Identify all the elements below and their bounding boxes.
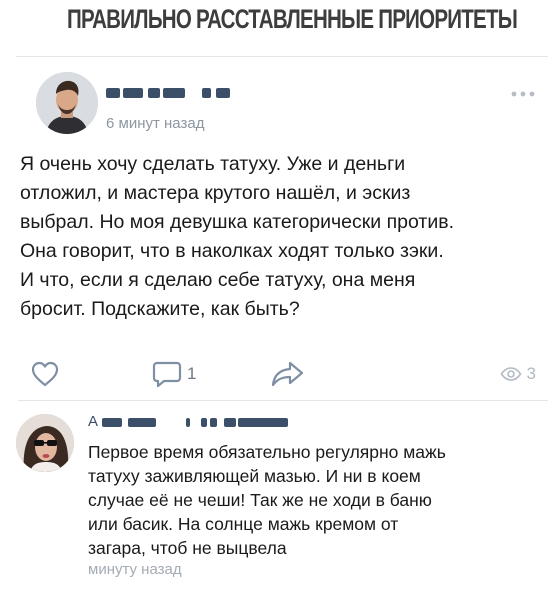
comment-count: 1 bbox=[187, 364, 197, 383]
comment-timestamp: минуту назад bbox=[88, 561, 182, 578]
share-button[interactable] bbox=[270, 360, 304, 388]
post-actions-bar: 1 3 bbox=[0, 356, 558, 390]
redacted-name-block bbox=[128, 418, 156, 427]
more-dots-icon[interactable] bbox=[510, 86, 536, 97]
comment-author-name[interactable]: А bbox=[88, 413, 298, 431]
share-arrow-icon bbox=[271, 361, 304, 387]
redacted-name-block bbox=[186, 418, 190, 427]
like-button[interactable] bbox=[30, 360, 60, 387]
post-text: Я очень хочу сделать татуху. Уже и деньг… bbox=[20, 153, 455, 320]
redacted-name-block bbox=[238, 418, 288, 427]
comments-divider bbox=[18, 400, 548, 401]
top-divider bbox=[16, 56, 548, 57]
redacted-name-block bbox=[123, 88, 143, 98]
eye-icon bbox=[500, 367, 521, 381]
redacted-name-block bbox=[102, 418, 122, 427]
post-author-avatar[interactable] bbox=[36, 72, 98, 134]
views-counter: 3 bbox=[500, 364, 536, 384]
redacted-name-block bbox=[202, 88, 211, 98]
avatar-photo bbox=[36, 72, 98, 134]
redacted-name-block bbox=[224, 418, 236, 427]
post-timestamp: 6 минут назад bbox=[106, 115, 205, 132]
comment-author-initial: А bbox=[88, 413, 99, 430]
headline: ПРАВИЛЬНО РАССТАВЛЕННЫЕ ПРИОРИТЕТЫ bbox=[66, 4, 518, 34]
comment-button[interactable]: 1 bbox=[152, 360, 196, 388]
redacted-name-block bbox=[201, 418, 207, 427]
redacted-name-block bbox=[216, 88, 230, 98]
redacted-name-block bbox=[106, 88, 120, 98]
comment-text: Первое время обязательно регулярно мажь … bbox=[88, 442, 446, 558]
redacted-name-block bbox=[148, 88, 160, 98]
heart-outline-icon bbox=[31, 361, 59, 387]
post-author-name[interactable] bbox=[106, 84, 246, 102]
comment-bubble-icon bbox=[152, 361, 182, 388]
avatar-photo bbox=[16, 414, 74, 472]
redacted-name-block bbox=[210, 418, 217, 427]
views-count: 3 bbox=[526, 364, 536, 383]
comment-author-avatar[interactable] bbox=[16, 414, 74, 472]
redacted-name-block bbox=[163, 88, 185, 98]
